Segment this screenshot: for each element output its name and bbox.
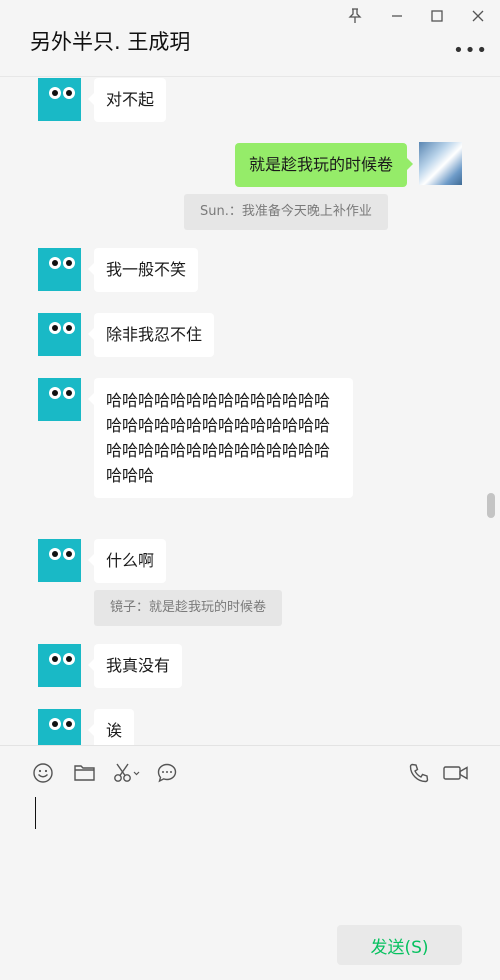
message-bubble[interactable]: 除非我忍不住: [87, 313, 215, 357]
chat-bubble-icon[interactable]: [154, 760, 180, 786]
send-button[interactable]: 发送(S): [337, 925, 462, 965]
message-bubble[interactable]: 诶: [87, 709, 135, 745]
my-message-bubble[interactable]: 就是趁我玩的时候卷: [234, 143, 414, 187]
text-cursor: [35, 797, 36, 829]
message-bubble[interactable]: 哈哈哈哈哈哈哈哈哈哈哈哈哈哈哈哈哈哈哈哈哈哈哈哈哈哈哈哈哈哈哈哈哈哈哈哈哈哈哈哈…: [88, 378, 353, 498]
close-icon[interactable]: [467, 5, 489, 27]
quoted-message[interactable]: 镜子：就是趁我玩的时候卷: [94, 590, 283, 626]
message-input[interactable]: [20, 790, 480, 920]
avatar[interactable]: [38, 644, 81, 687]
more-options-icon[interactable]: •••: [453, 40, 488, 61]
avatar[interactable]: [38, 78, 81, 121]
my-avatar[interactable]: [419, 142, 462, 185]
avatar[interactable]: [38, 248, 81, 291]
chat-title: 另外半只. 王成玥: [30, 30, 191, 54]
message-bubble[interactable]: 什么啊: [87, 539, 167, 583]
avatar[interactable]: [38, 539, 81, 582]
message-list[interactable]: 对不起 就是趁我玩的时候卷 Sun.：我准备今天晚上补作业 我一般不笑 除非我忍…: [0, 78, 500, 745]
phone-call-icon[interactable]: [406, 760, 432, 786]
avatar[interactable]: [38, 709, 81, 745]
message-bubble[interactable]: 我一般不笑: [87, 248, 199, 292]
screenshot-scissors-icon[interactable]: [112, 760, 142, 786]
avatar[interactable]: [38, 378, 81, 421]
composer-divider: [0, 745, 500, 746]
scrollbar-thumb[interactable]: [487, 493, 495, 518]
message-bubble[interactable]: 对不起: [87, 78, 167, 122]
minimize-icon[interactable]: [386, 5, 408, 27]
message-bubble[interactable]: 我真没有: [87, 644, 183, 688]
avatar[interactable]: [38, 313, 81, 356]
video-call-icon[interactable]: [441, 760, 471, 786]
maximize-icon[interactable]: [426, 5, 448, 27]
chat-header: 另外半只. 王成玥 •••: [0, 0, 500, 77]
pin-icon[interactable]: [344, 5, 366, 27]
quoted-message[interactable]: Sun.：我准备今天晚上补作业: [184, 194, 388, 230]
folder-icon[interactable]: [71, 760, 97, 786]
emoji-icon[interactable]: [30, 760, 56, 786]
